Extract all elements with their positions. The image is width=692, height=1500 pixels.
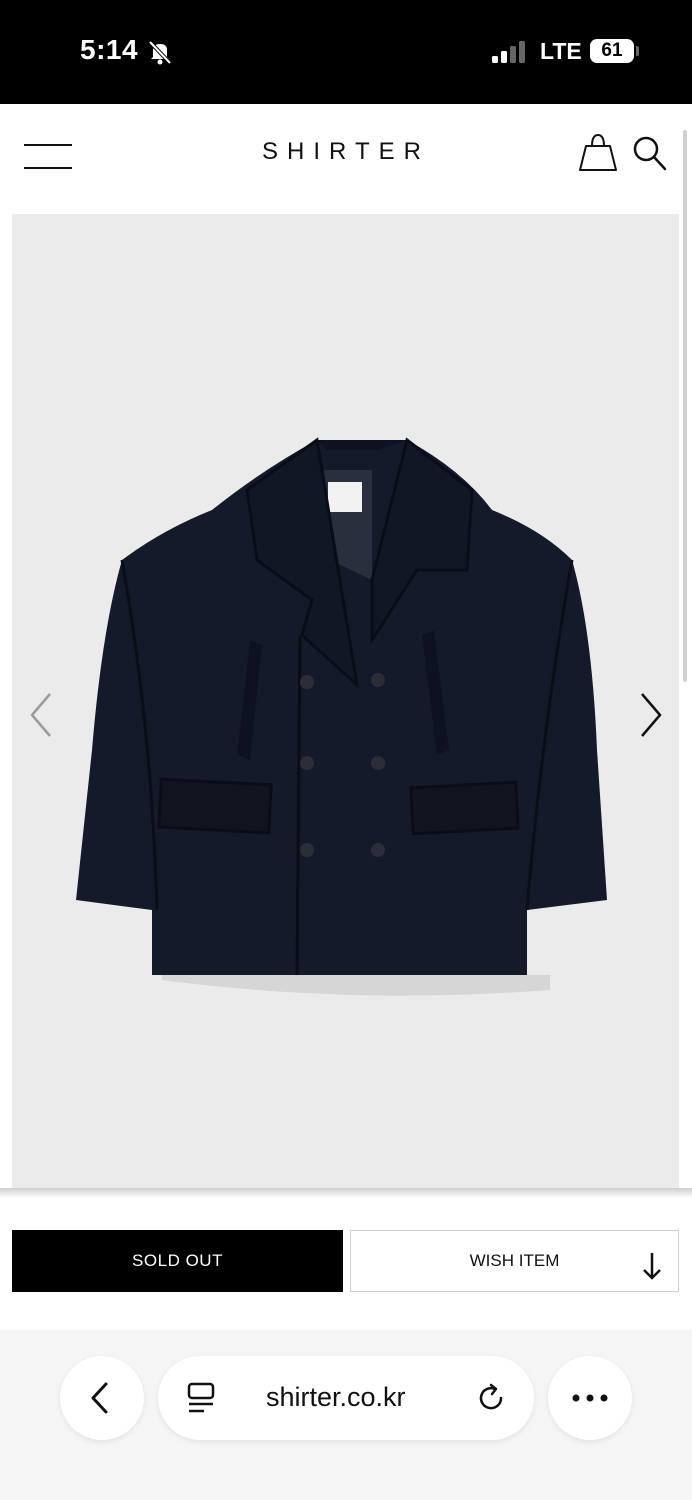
carrier-label: LTE [540, 38, 582, 64]
browser-toolbar: shirter.co.kr [0, 1330, 692, 1500]
bell-slash-icon [148, 40, 172, 65]
more-button[interactable] [548, 1356, 632, 1440]
back-icon [91, 1382, 108, 1414]
status-time: 5:14 [80, 34, 139, 65]
address-bar[interactable]: shirter.co.kr [158, 1356, 534, 1440]
page-scrollbar[interactable] [683, 130, 687, 682]
coat-image [76, 437, 607, 996]
sold-out-button[interactable]: SOLD OUT [12, 1230, 343, 1292]
battery-indicator: 61 [590, 39, 634, 63]
wish-item-button[interactable]: WISH ITEM [350, 1230, 679, 1292]
reload-icon[interactable] [476, 1382, 508, 1414]
battery-cap [636, 46, 639, 56]
image-bottom-shadow [0, 1188, 692, 1198]
status-bar: 5:14 LTE 61 [0, 0, 692, 104]
chevron-left-icon[interactable] [26, 690, 58, 740]
back-button[interactable] [60, 1356, 144, 1440]
more-icon [572, 1394, 608, 1402]
arrow-down-icon [643, 1253, 661, 1280]
url-text[interactable]: shirter.co.kr [266, 1382, 406, 1413]
reader-icon[interactable] [186, 1382, 216, 1416]
site-header: SHIRTER [0, 104, 692, 214]
chevron-right-icon[interactable] [634, 690, 666, 740]
wish-item-label: WISH ITEM [469, 1251, 560, 1270]
signal-icon [492, 41, 525, 63]
search-icon[interactable] [632, 134, 668, 174]
shopping-bag-icon[interactable] [578, 132, 618, 174]
